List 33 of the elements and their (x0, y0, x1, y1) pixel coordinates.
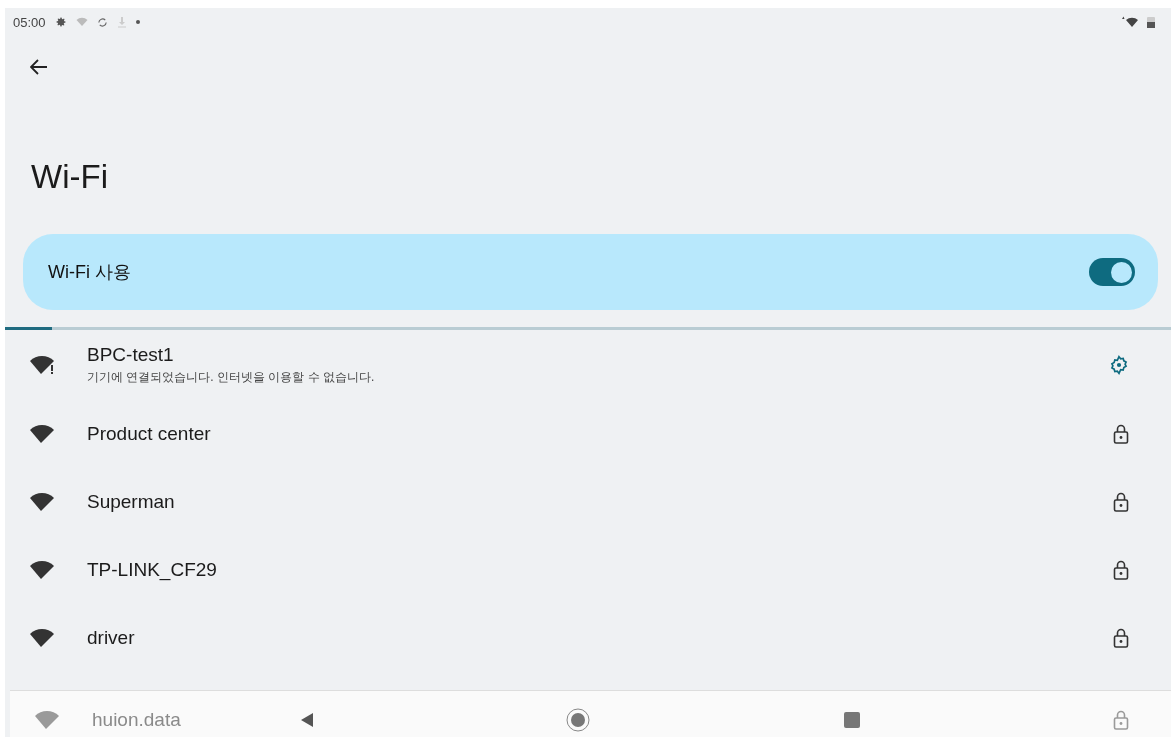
wifi-signal-icon (1122, 16, 1138, 28)
toggle-label: Wi-Fi 사용 (48, 261, 131, 284)
network-name: Product center (87, 423, 212, 445)
lock-icon (1113, 492, 1129, 512)
lock-icon (1113, 424, 1129, 444)
network-name: BPC-test1 (87, 344, 175, 366)
lock-icon (1113, 560, 1129, 580)
settings-icon[interactable] (1109, 355, 1129, 375)
network-item[interactable]: BPC-test1 기기에 연결되었습니다. 인터넷을 이용할 수 없습니다. (5, 330, 1171, 400)
wifi-toggle-card[interactable]: Wi-Fi 사용 (23, 234, 1158, 310)
download-icon (116, 16, 127, 28)
status-time: 05:00 (13, 14, 46, 30)
network-item[interactable]: Product center (5, 400, 1171, 468)
network-item[interactable]: driver (5, 604, 1171, 672)
back-nav-icon[interactable] (300, 713, 313, 727)
battery-icon (1147, 16, 1155, 28)
network-name: Superman (87, 491, 176, 513)
lock-icon (1113, 710, 1129, 730)
lock-icon (1113, 628, 1129, 648)
wifi-icon (75, 16, 88, 28)
notification-dot-icon (135, 20, 140, 24)
gear-icon (54, 16, 67, 28)
network-item[interactable]: TP-LINK_CF29 (5, 536, 1171, 604)
sync-icon (96, 16, 108, 28)
page-title: Wi-Fi (31, 158, 109, 197)
recents-nav-icon[interactable] (843, 712, 860, 728)
network-item[interactable]: Superman (5, 468, 1171, 536)
home-nav-icon[interactable] (566, 708, 591, 732)
network-name: driver (87, 627, 136, 649)
back-arrow-icon[interactable] (30, 59, 48, 75)
network-status: 기기에 연결되었습니다. 인터넷을 이용할 수 없습니다. (87, 369, 376, 386)
toggle-switch[interactable] (1089, 258, 1135, 286)
network-name: TP-LINK_CF29 (87, 559, 218, 581)
